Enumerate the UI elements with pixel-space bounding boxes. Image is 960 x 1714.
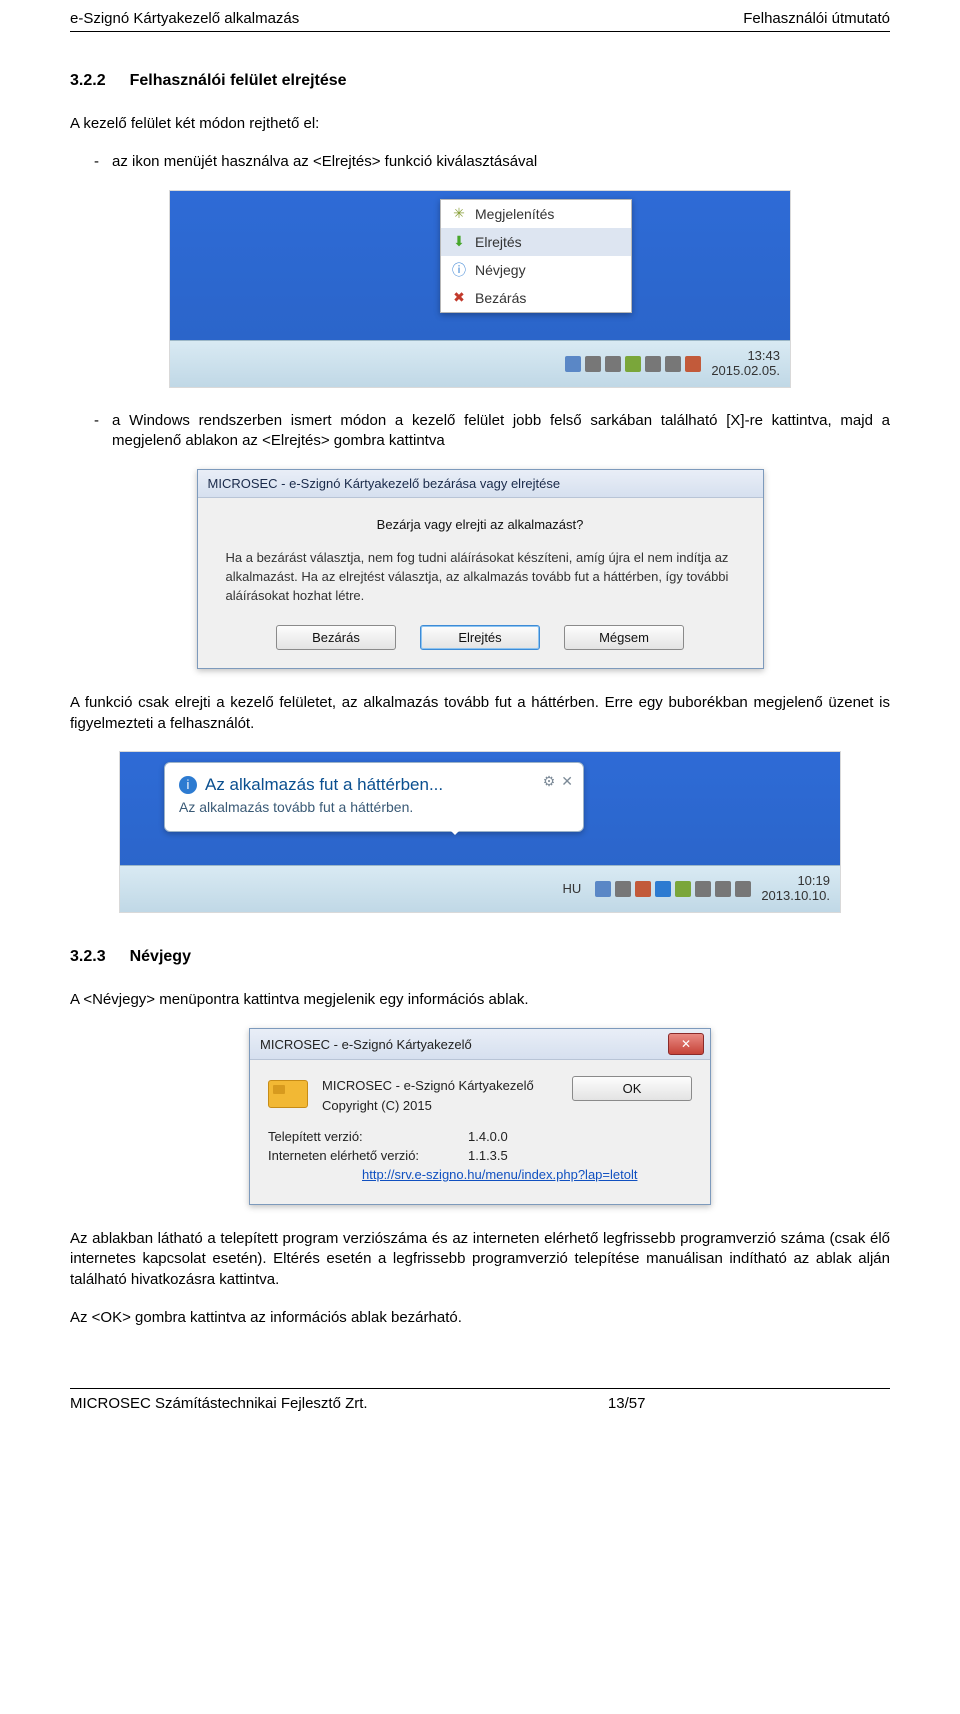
notification-bubble[interactable]: ⚙ ✕ i Az alkalmazás fut a háttérben... A…	[164, 762, 584, 832]
section-number: 3.2.3	[70, 948, 106, 965]
close-icon: ✖	[451, 290, 467, 306]
window-close-button[interactable]: ✕	[668, 1033, 704, 1055]
tray-icon[interactable]	[635, 881, 651, 897]
figure-4: MICROSEC - e-Szignó Kártyakezelő ✕ MICRO…	[70, 1028, 890, 1205]
section-323-title: 3.2.3 Névjegy	[70, 948, 890, 966]
about-titlebar: MICROSEC - e-Szignó Kártyakezelő ✕	[250, 1029, 710, 1060]
clock-time: 13:43	[711, 349, 780, 364]
menu-item-label: Megjelenítés	[475, 206, 554, 222]
net-version-label: Interneten elérhető verzió:	[268, 1148, 468, 1163]
hide-icon: ⬇	[451, 234, 467, 250]
close-button[interactable]: Bezárás	[276, 625, 396, 650]
dialog-content: Bezárja vagy elrejti az alkalmazást? Ha …	[198, 498, 763, 615]
menu-item-about[interactable]: ⓘ Névjegy	[441, 256, 631, 284]
page-header: e-Szignó Kártyakezelő alkalmazás Felhasz…	[70, 10, 890, 31]
installed-version-value: 1.4.0.0	[468, 1129, 508, 1144]
about-title-text: MICROSEC - e-Szignó Kártyakezelő	[260, 1037, 472, 1052]
taskbar-clock[interactable]: 10:19 2013.10.10.	[761, 874, 830, 904]
tray-icon[interactable]	[675, 881, 691, 897]
close-icon[interactable]: ✕	[561, 773, 573, 790]
list-item: az ikon menüjét használva az <Elrejtés> …	[70, 152, 890, 172]
tray-icon[interactable]	[615, 881, 631, 897]
footer-page: 13/57	[368, 1395, 886, 1412]
tray-icon[interactable]	[665, 356, 681, 372]
tray-icons	[595, 881, 751, 897]
product-name: MICROSEC - e-Szignó Kártyakezelő	[322, 1076, 558, 1096]
section-title-text: Névjegy	[130, 948, 191, 965]
taskbar-clock[interactable]: 13:43 2015.02.05.	[711, 349, 780, 379]
menu-item-label: Névjegy	[475, 262, 526, 278]
page-footer: MICROSEC Számítástechnikai Fejlesztő Zrt…	[70, 1395, 890, 1412]
bubble-tools: ⚙ ✕	[543, 773, 573, 790]
tray-icon[interactable]	[695, 881, 711, 897]
tray-icon[interactable]	[715, 881, 731, 897]
tray-icon[interactable]	[585, 356, 601, 372]
menu-item-label: Bezárás	[475, 290, 526, 306]
bubble-title: i Az alkalmazás fut a háttérben...	[179, 775, 569, 795]
menu-item-close[interactable]: ✖ Bezárás	[441, 284, 631, 312]
product-copyright: Copyright (C) 2015	[322, 1096, 558, 1116]
section-number: 3.2.2	[70, 72, 106, 89]
info-icon: ⓘ	[451, 262, 467, 278]
section-title-text: Felhasználói felület elrejtése	[130, 72, 347, 89]
section-322-intro: A kezelő felület két módon rejthető el:	[70, 114, 890, 134]
show-icon: ✳	[451, 206, 467, 222]
installed-version-label: Telepített verzió:	[268, 1129, 468, 1144]
cancel-button[interactable]: Mégsem	[564, 625, 684, 650]
ok-button[interactable]: OK	[572, 1076, 692, 1101]
tray-icon[interactable]	[565, 356, 581, 372]
tray-icon[interactable]	[645, 356, 661, 372]
dialog-titlebar: MICROSEC - e-Szignó Kártyakezelő bezárás…	[198, 470, 763, 498]
clock-date: 2013.10.10.	[761, 889, 830, 904]
menu-item-hide[interactable]: ⬇ Elrejtés	[441, 228, 631, 256]
clock-time: 10:19	[761, 874, 830, 889]
language-indicator[interactable]: HU	[563, 881, 582, 896]
dialog-buttons: Bezárás Elrejtés Mégsem	[198, 615, 763, 668]
section-322-after: A funkció csak elrejti a kezelő felülete…	[70, 693, 890, 734]
figure-3: ⚙ ✕ i Az alkalmazás fut a háttérben... A…	[70, 752, 890, 912]
dialog-text: Ha a bezárást választja, nem fog tudni a…	[226, 549, 735, 606]
footer-company: MICROSEC Számítástechnikai Fejlesztő Zrt…	[70, 1395, 368, 1412]
menu-item-label: Elrejtés	[475, 234, 522, 250]
section-323-para2: Az <OK> gombra kattintva az információs …	[70, 1308, 890, 1328]
about-body: MICROSEC - e-Szignó Kártyakezelő Copyrig…	[250, 1060, 710, 1204]
clock-date: 2015.02.05.	[711, 364, 780, 379]
menu-item-show[interactable]: ✳ Megjelenítés	[441, 200, 631, 228]
section-323-intro: A <Névjegy> menüpontra kattintva megjele…	[70, 990, 890, 1010]
tray-icon[interactable]	[655, 881, 671, 897]
tray-icon[interactable]	[605, 356, 621, 372]
taskbar-1: 13:43 2015.02.05.	[170, 340, 790, 387]
download-link[interactable]: http://srv.e-szigno.hu/menu/index.php?la…	[362, 1167, 637, 1182]
info-icon: i	[179, 776, 197, 794]
hide-button[interactable]: Elrejtés	[420, 625, 540, 650]
section-322-title: 3.2.2 Felhasználói felület elrejtése	[70, 72, 890, 90]
figure-1: ✳ Megjelenítés ⬇ Elrejtés ⓘ Névjegy ✖ Be…	[70, 191, 890, 387]
footer-rule	[70, 1388, 890, 1389]
list-item: a Windows rendszerben ismert módon a kez…	[70, 411, 890, 452]
header-rule	[70, 31, 890, 32]
product-icon	[268, 1080, 308, 1108]
dialog-question: Bezárja vagy elrejti az alkalmazást?	[226, 516, 735, 535]
taskbar-2: HU 10:19 2013.10.10.	[120, 865, 840, 912]
bubble-title-text: Az alkalmazás fut a háttérben...	[205, 775, 443, 795]
header-left: e-Szignó Kártyakezelő alkalmazás	[70, 10, 299, 27]
tray-icon[interactable]	[685, 356, 701, 372]
section-323-para1: Az ablakban látható a telepített program…	[70, 1229, 890, 1290]
gear-icon[interactable]: ⚙	[543, 773, 556, 790]
figure-2: MICROSEC - e-Szignó Kártyakezelő bezárás…	[70, 469, 890, 669]
net-version-value: 1.1.3.5	[468, 1148, 508, 1163]
tray-context-menu: ✳ Megjelenítés ⬇ Elrejtés ⓘ Névjegy ✖ Be…	[440, 199, 632, 313]
tray-icon[interactable]	[595, 881, 611, 897]
bullet-list-2: a Windows rendszerben ismert módon a kez…	[70, 411, 890, 452]
bullet-list-1: az ikon menüjét használva az <Elrejtés> …	[70, 152, 890, 172]
tray-icon[interactable]	[625, 356, 641, 372]
tray-icon[interactable]	[735, 881, 751, 897]
tray-icons	[565, 356, 701, 372]
header-right: Felhasználói útmutató	[743, 10, 890, 27]
bubble-subtitle: Az alkalmazás tovább fut a háttérben.	[179, 799, 569, 815]
